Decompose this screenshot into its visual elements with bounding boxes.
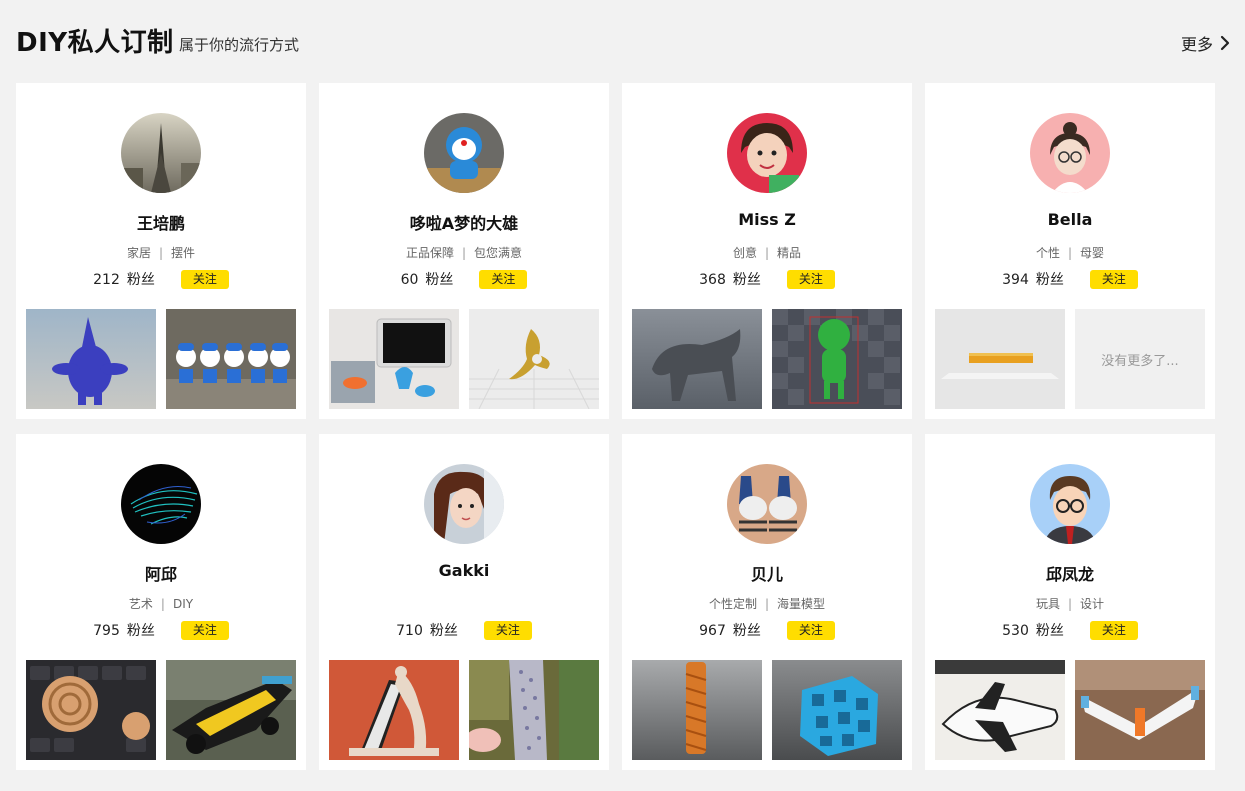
fans-count: 967 粉丝 — [699, 623, 761, 639]
product-thumbnail[interactable] — [469, 309, 599, 409]
avatar[interactable] — [121, 464, 201, 544]
tag: 包您满意 — [474, 246, 523, 260]
section-header: DIY私人订制 属于你的流行方式 更多 — [16, 22, 1230, 58]
designer-name[interactable]: 王培鹏 — [16, 210, 306, 234]
product-thumbnail[interactable] — [469, 660, 599, 760]
product-thumbnail[interactable] — [935, 309, 1065, 409]
designer-card[interactable]: 哆啦A梦的大雄 正品保障 | 包您满意 60 粉丝 关注 — [319, 83, 609, 419]
designer-name[interactable]: 邱凤龙 — [925, 561, 1215, 585]
designer-tags: 正品保障 | 包您满意 — [405, 246, 523, 260]
product-thumbnail[interactable] — [1075, 660, 1205, 760]
follow-button[interactable]: 关注 — [483, 620, 532, 640]
fans-count: 368 粉丝 — [699, 272, 761, 288]
fans-count: 530 粉丝 — [1002, 623, 1064, 639]
avatar[interactable] — [121, 113, 201, 193]
chevron-right-icon — [1220, 35, 1230, 51]
designer-name[interactable]: Gakki — [319, 561, 609, 580]
more-label: 更多 — [1180, 35, 1213, 54]
tag: 创意 — [732, 246, 757, 260]
follow-button[interactable]: 关注 — [1089, 620, 1138, 640]
tag: 海量模型 — [777, 597, 826, 611]
follow-button[interactable]: 关注 — [786, 620, 835, 640]
product-thumbnail[interactable] — [329, 309, 459, 409]
product-thumbnail[interactable] — [26, 309, 156, 409]
tag: 摆件 — [171, 246, 196, 260]
tag: 家居 — [126, 246, 151, 260]
fans-count: 394 粉丝 — [1002, 272, 1064, 288]
designer-card[interactable]: Bella 个性 | 母婴 394 粉丝 关注 没有更多了... — [925, 83, 1215, 419]
designer-card[interactable]: 贝儿 个性定制 | 海量模型 967 粉丝 关注 — [622, 434, 912, 770]
tag: 精品 — [777, 246, 802, 260]
section-subtitle: 属于你的流行方式 — [179, 36, 300, 54]
more-link[interactable]: 更多 — [1181, 31, 1230, 55]
tag: 设计 — [1080, 597, 1105, 611]
designer-tags: 创意 | 精品 — [732, 246, 802, 260]
section-title: DIY私人订制 — [16, 28, 174, 58]
product-thumbnail[interactable] — [26, 660, 156, 760]
fans-count: 710 粉丝 — [396, 623, 458, 639]
product-thumbnail[interactable] — [632, 660, 762, 760]
product-thumbnail[interactable] — [166, 660, 296, 760]
follow-button[interactable]: 关注 — [1089, 269, 1138, 289]
designer-name[interactable]: Miss Z — [622, 210, 912, 229]
empty-thumbnail: 没有更多了... — [1075, 309, 1205, 409]
designer-tags: 个性定制 | 海量模型 — [708, 597, 826, 611]
avatar[interactable] — [727, 113, 807, 193]
designer-name[interactable]: 贝儿 — [622, 561, 912, 585]
designer-tags: 艺术 | DIY — [128, 597, 194, 611]
product-thumbnail[interactable] — [329, 660, 459, 760]
designer-card[interactable]: 阿邱 艺术 | DIY 795 粉丝 关注 — [16, 434, 306, 770]
designer-name[interactable]: Bella — [925, 210, 1215, 229]
follow-button[interactable]: 关注 — [479, 269, 528, 289]
tag: 母婴 — [1080, 246, 1105, 260]
designer-card[interactable]: 王培鹏 家居 | 摆件 212 粉丝 关注 — [16, 83, 306, 419]
follow-button[interactable]: 关注 — [180, 269, 229, 289]
fans-count: 60 粉丝 — [400, 272, 454, 288]
avatar[interactable] — [1030, 464, 1110, 544]
designer-tags: 家居 | 摆件 — [126, 246, 196, 260]
designer-name[interactable]: 阿邱 — [16, 561, 306, 585]
tag: 艺术 — [128, 597, 153, 611]
avatar[interactable] — [424, 113, 504, 193]
tag: 个性 — [1035, 246, 1060, 260]
fans-count: 212 粉丝 — [93, 272, 155, 288]
follow-button[interactable]: 关注 — [786, 269, 835, 289]
tag: 个性定制 — [708, 597, 757, 611]
product-thumbnail[interactable] — [772, 660, 902, 760]
designer-card[interactable]: Miss Z 创意 | 精品 368 粉丝 关注 — [622, 83, 912, 419]
product-thumbnail[interactable] — [772, 309, 902, 409]
tag: DIY — [172, 597, 194, 611]
designer-tags: 个性 | 母婴 — [1035, 246, 1105, 260]
follow-button[interactable]: 关注 — [180, 620, 229, 640]
avatar[interactable] — [424, 464, 504, 544]
designer-card[interactable]: 邱凤龙 玩具 | 设计 530 粉丝 关注 — [925, 434, 1215, 770]
designer-card[interactable]: Gakki 710 粉丝 关注 — [319, 434, 609, 770]
avatar[interactable] — [727, 464, 807, 544]
designer-name[interactable]: 哆啦A梦的大雄 — [319, 210, 609, 234]
product-thumbnail[interactable] — [166, 309, 296, 409]
avatar[interactable] — [1030, 113, 1110, 193]
product-thumbnail[interactable] — [632, 309, 762, 409]
fans-count: 795 粉丝 — [93, 623, 155, 639]
product-thumbnail[interactable] — [935, 660, 1065, 760]
designer-tags: 玩具 | 设计 — [1035, 597, 1105, 611]
tag: 玩具 — [1035, 597, 1060, 611]
tag: 正品保障 — [405, 246, 454, 260]
